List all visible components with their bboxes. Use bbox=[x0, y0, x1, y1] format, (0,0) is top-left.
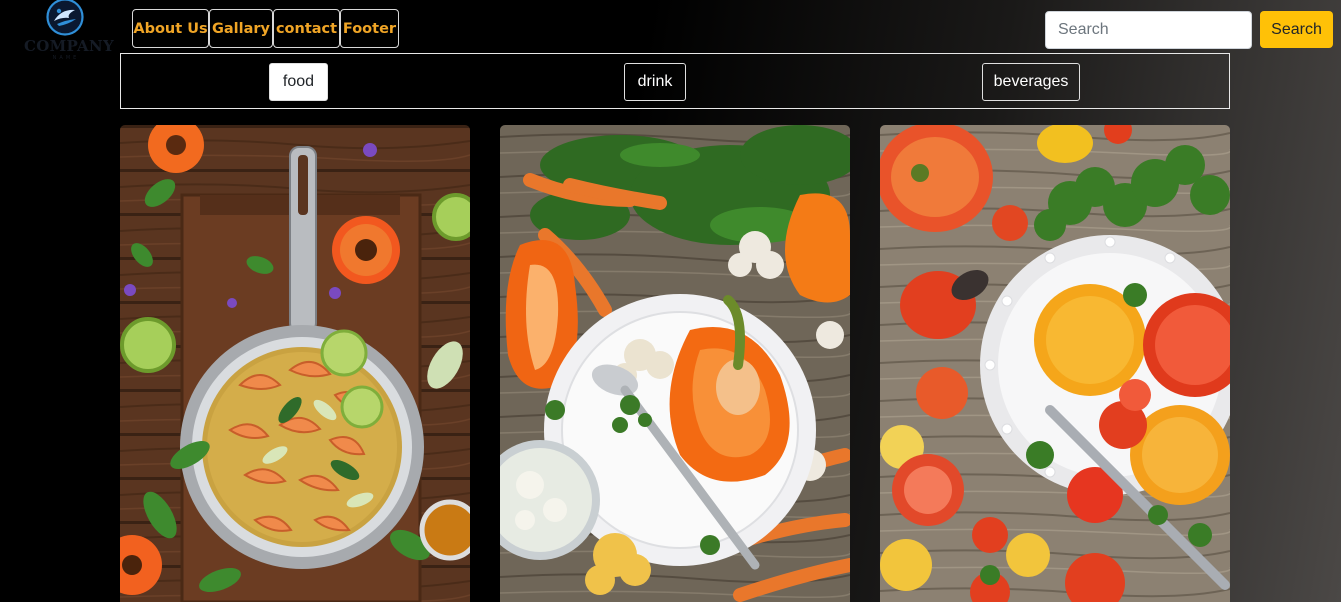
filter-beverages-button[interactable]: beverages bbox=[982, 63, 1080, 101]
company-logo[interactable]: COMPANY NAME bbox=[24, 0, 114, 64]
gallery-card-tomatoes[interactable] bbox=[880, 125, 1230, 602]
logo-emblem-icon bbox=[46, 0, 84, 36]
gallery-card-peppers[interactable] bbox=[500, 125, 850, 602]
tomatoes-photo bbox=[880, 125, 1230, 602]
nav-about-us[interactable]: About Us bbox=[132, 9, 209, 48]
search-input[interactable] bbox=[1045, 11, 1252, 49]
main-nav: About Us Gallary contact Footer bbox=[132, 9, 399, 48]
nav-gallery[interactable]: Gallary bbox=[209, 9, 273, 48]
filter-food-button[interactable]: food bbox=[269, 63, 328, 101]
nav-contact[interactable]: contact bbox=[273, 9, 340, 48]
category-filter-bar: food drink beverages bbox=[120, 53, 1230, 109]
filter-drink-button[interactable]: drink bbox=[624, 63, 686, 101]
logo-text: COMPANY bbox=[24, 37, 114, 55]
peppers-photo bbox=[500, 125, 850, 602]
shrimp-curry-photo bbox=[120, 125, 470, 602]
nav-footer[interactable]: Footer bbox=[340, 9, 399, 48]
gallery-card-shrimp-curry[interactable] bbox=[120, 125, 470, 602]
logo-subtext: NAME bbox=[52, 55, 80, 61]
search-button[interactable]: Search bbox=[1260, 11, 1333, 48]
